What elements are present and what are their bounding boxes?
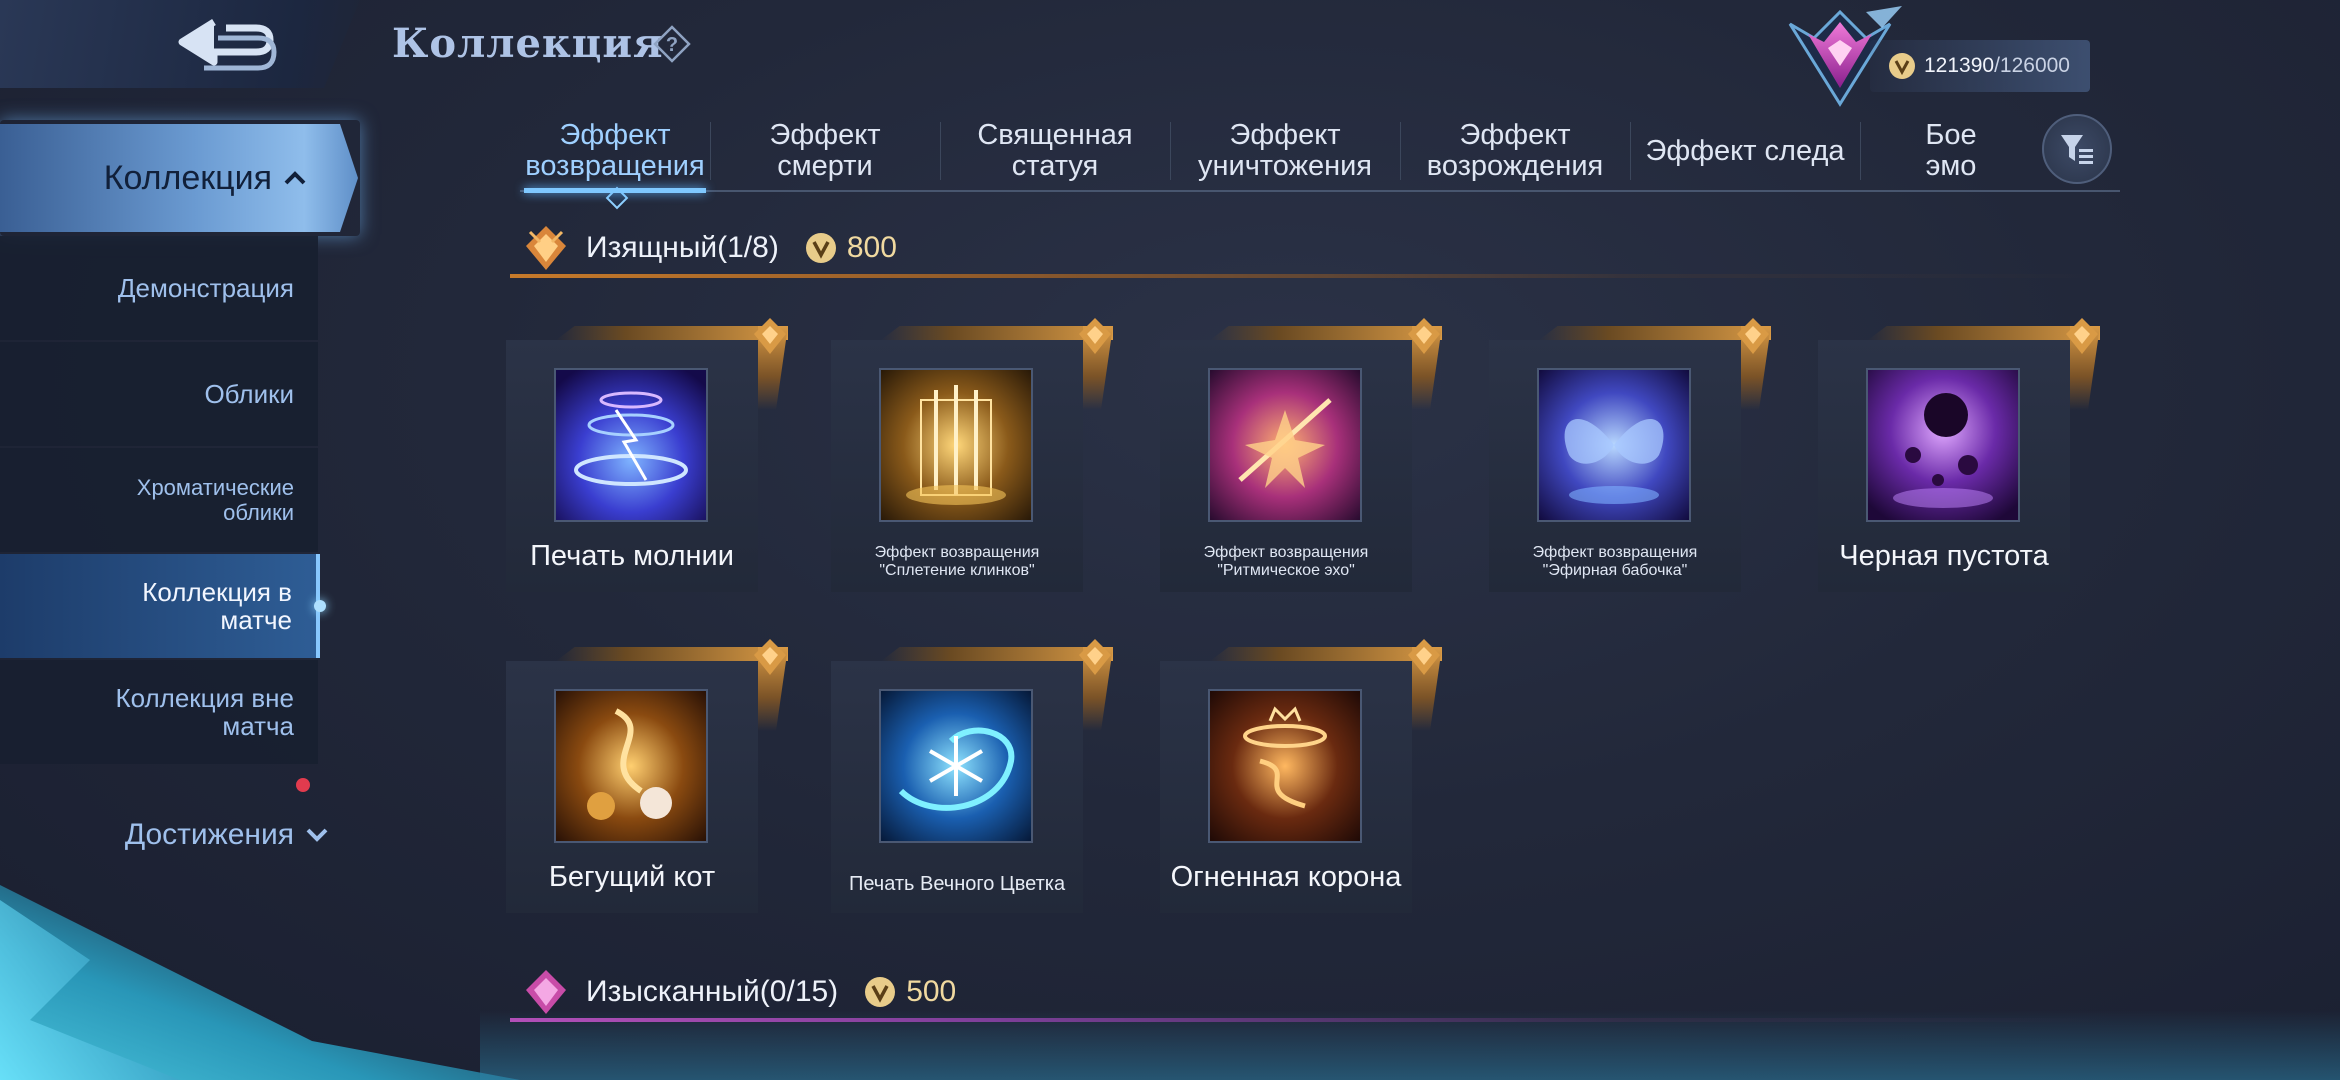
points-max: /126000 [1994, 54, 2070, 77]
back-button[interactable] [170, 14, 290, 76]
tab-label: Эффект уничтожения [1197, 119, 1373, 182]
section-header-exquisite: Изысканный(0/15) 500 [510, 962, 2110, 1022]
tab-active-marker [605, 186, 629, 210]
tab-trail-effect[interactable]: Эффект следа [1630, 112, 1860, 190]
tab-label: Бое эмо [1925, 119, 1977, 182]
effect-thumbnail [554, 689, 708, 843]
section-divider [510, 1018, 2110, 1022]
tab-label: Эффект возвращения [525, 119, 705, 182]
tab-label: Эффект следа [1645, 134, 1845, 167]
effect-thumbnail [879, 689, 1033, 843]
sidebar-item-label: Достижения [124, 818, 294, 851]
sidebar-item-label: Хроматические облики [136, 475, 294, 525]
price-value: 800 [846, 231, 897, 264]
effect-thumbnail [554, 368, 708, 522]
sidebar-item-label: Облики [204, 379, 294, 409]
rarity-gem-icon [2066, 318, 2098, 354]
sidebar-item-in-match[interactable]: Коллекция в матче [0, 554, 326, 658]
tab-sacred-statue[interactable]: Священная статуя [940, 112, 1170, 190]
notification-dot [296, 778, 310, 792]
rarity-gem-icon [754, 318, 786, 354]
points-current: 121390 [1924, 54, 1995, 77]
effect-card[interactable]: Печать Вечного Цветка [831, 639, 1113, 913]
tab-respawn-effect[interactable]: Эффект возрождения [1400, 112, 1630, 190]
help-icon[interactable]: ? [652, 24, 692, 64]
effect-card[interactable]: Эффект возвращения "Ритмическое эхо" [1160, 318, 1442, 592]
rarity-gem-icon [1079, 639, 1111, 675]
effect-name: Эффект возвращения "Сплетение клинков" [874, 544, 1040, 579]
rarity-gem-icon [1408, 639, 1440, 675]
tab-death-effect[interactable]: Эффект смерти [710, 112, 940, 190]
chevron-down-icon [306, 828, 328, 842]
rarity-gem-icon [1079, 318, 1111, 354]
effect-card[interactable]: Печать молнии [506, 318, 788, 592]
rarity-gem-icon [754, 639, 786, 675]
sidebar-item-chromatic[interactable]: Хроматические облики [0, 448, 318, 552]
elegant-tier-icon [526, 226, 566, 270]
effect-thumbnail [1208, 368, 1362, 522]
sidebar-item-achievements[interactable]: Достижения [0, 800, 330, 870]
chevron-up-icon [284, 171, 306, 185]
sidebar-item-label: Коллекция вне матча [115, 683, 294, 741]
sidebar-item-skins[interactable]: Облики [0, 342, 318, 446]
effect-thumbnail [1866, 368, 2020, 522]
effect-name: Печать Вечного Цветка [848, 873, 1066, 895]
section-header-elegant: Изящный(1/8) 800 [510, 218, 2110, 278]
rarity-gem-icon [1737, 318, 1769, 354]
section-title: Изысканный(0/15) [586, 975, 839, 1008]
collection-point-icon [1889, 53, 1915, 79]
tab-label: Эффект смерти [769, 119, 881, 182]
exquisite-tier-icon [526, 970, 566, 1014]
sidebar-head-label: Коллекция [103, 158, 272, 197]
effect-thumbnail [1537, 368, 1691, 522]
tab-label: Эффект возрождения [1426, 119, 1604, 182]
section-price: 500 [864, 975, 956, 1009]
tab-label: Священная статуя [977, 119, 1133, 182]
tab-return-effect[interactable]: Эффект возвращения [520, 112, 710, 210]
effect-card[interactable]: Бегущий кот [506, 639, 788, 913]
effect-name: Эффект возвращения "Ритмическое эхо" [1203, 544, 1369, 579]
page-title: Коллекция [392, 20, 664, 67]
collection-points: 121390/126000 [1870, 40, 2090, 92]
effect-name: Печать молнии [530, 540, 734, 572]
effect-name: Огненная корона [1170, 861, 1402, 893]
svg-text:?: ? [666, 34, 678, 56]
collection-point-icon [865, 977, 896, 1007]
effect-thumbnail [879, 368, 1033, 522]
sidebar-item-out-match[interactable]: Коллекция вне матча [0, 660, 318, 764]
tab-elimination-effect[interactable]: Эффект уничтожения [1170, 112, 1400, 190]
tab-battle-emote[interactable]: Бое эмо [1860, 112, 2040, 190]
price-value: 500 [906, 975, 957, 1008]
section-price: 800 [805, 231, 897, 265]
section-title: Изящный(1/8) [586, 231, 779, 264]
rarity-gem-icon [1408, 318, 1440, 354]
effect-card[interactable]: Черная пустота [1818, 318, 2100, 592]
filter-button[interactable] [2042, 114, 2112, 184]
section-divider [510, 274, 2110, 278]
collection-point-icon [805, 233, 836, 263]
effect-card[interactable]: Эффект возвращения "Эфирная бабочка" [1489, 318, 1771, 592]
effect-thumbnail [1208, 689, 1362, 843]
effect-card[interactable]: Эффект возвращения "Сплетение клинков" [831, 318, 1113, 592]
category-tabs: Эффект возвращения Эффект смерти Священн… [520, 112, 2120, 210]
effect-card[interactable]: Огненная корона [1160, 639, 1442, 913]
back-arrow-icon [178, 19, 277, 71]
sidebar-head-collection[interactable]: Коллекция [0, 124, 358, 232]
effect-name: Бегущий кот [548, 861, 716, 893]
effect-name: Черная пустота [1839, 540, 2049, 572]
filter-icon [2061, 135, 2093, 164]
sidebar-item-label: Демонстрация [117, 273, 294, 303]
sidebar-item-demo[interactable]: Демонстрация [0, 236, 318, 340]
effect-name: Эффект возвращения "Эфирная бабочка" [1532, 544, 1698, 579]
sidebar-item-label: Коллекция в матче [142, 577, 292, 635]
